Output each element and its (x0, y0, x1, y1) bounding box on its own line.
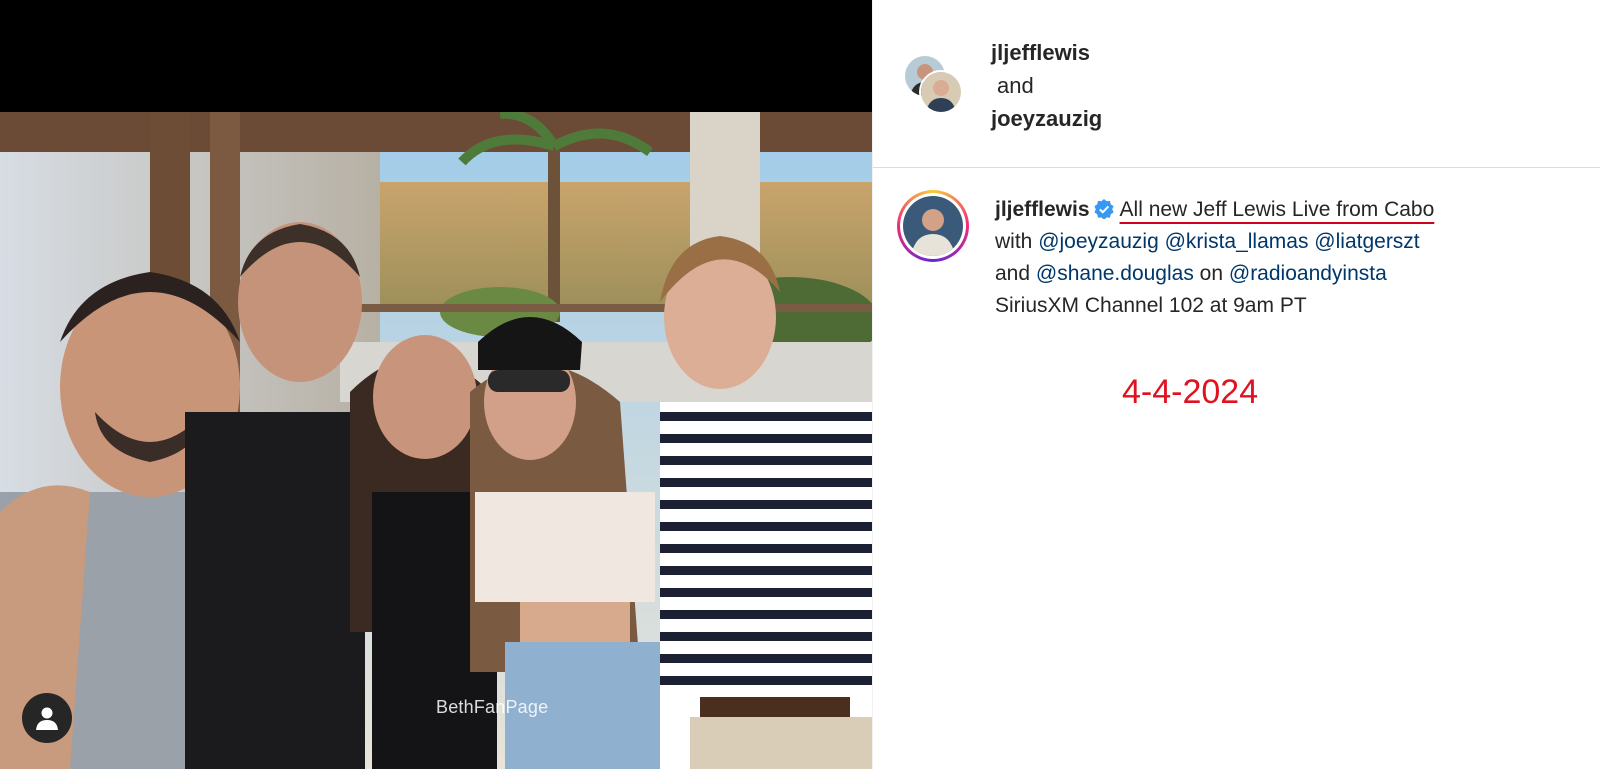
user-silhouette-icon (36, 707, 58, 730)
post-header: jljefflewis and joeyzauzig (873, 0, 1600, 168)
photo-letterbox-bar (0, 0, 872, 112)
caption-word: and (995, 262, 1031, 285)
caption-word: on (1199, 262, 1224, 285)
mention-link[interactable]: @shane.douglas (1036, 262, 1194, 285)
caption-word: with (995, 230, 1033, 253)
username-link[interactable]: joeyzauzig (991, 102, 1102, 135)
collab-avatars[interactable] (903, 54, 967, 118)
watermark-text: BethFanPage (436, 697, 549, 717)
post-photo-pane: BethFanPage (0, 0, 872, 769)
caption-line: SiriusXM Channel 102 at 9am PT (995, 294, 1307, 317)
mention-link[interactable]: @krista_llamas (1165, 230, 1309, 253)
verified-badge-icon (1093, 199, 1114, 219)
avatar[interactable] (919, 70, 963, 114)
tagged-users-button[interactable] (22, 693, 72, 743)
username-link[interactable]: jljefflewis (991, 36, 1102, 69)
caption-username[interactable]: jljefflewis (995, 198, 1090, 221)
profile-photo-icon (903, 196, 963, 256)
group-selfie-image (0, 112, 872, 769)
caption-text: jljefflewis All new Jeff Lewis Live from… (995, 194, 1575, 322)
caption-headline: All new Jeff Lewis Live from Cabo (1119, 198, 1435, 221)
mention-link[interactable]: @radioandyinsta (1229, 262, 1387, 285)
mention-link[interactable]: @liatgerszt (1314, 230, 1419, 253)
mention-link[interactable]: @joeyzauzig (1038, 230, 1159, 253)
collab-usernames: jljefflewis and joeyzauzig (991, 36, 1102, 135)
post-photo[interactable] (0, 112, 872, 769)
date-annotation: 4-4-2024 (1122, 373, 1259, 411)
and-label: and (997, 73, 1034, 98)
story-ring-avatar[interactable] (897, 190, 969, 262)
profile-photo-icon (921, 72, 961, 112)
